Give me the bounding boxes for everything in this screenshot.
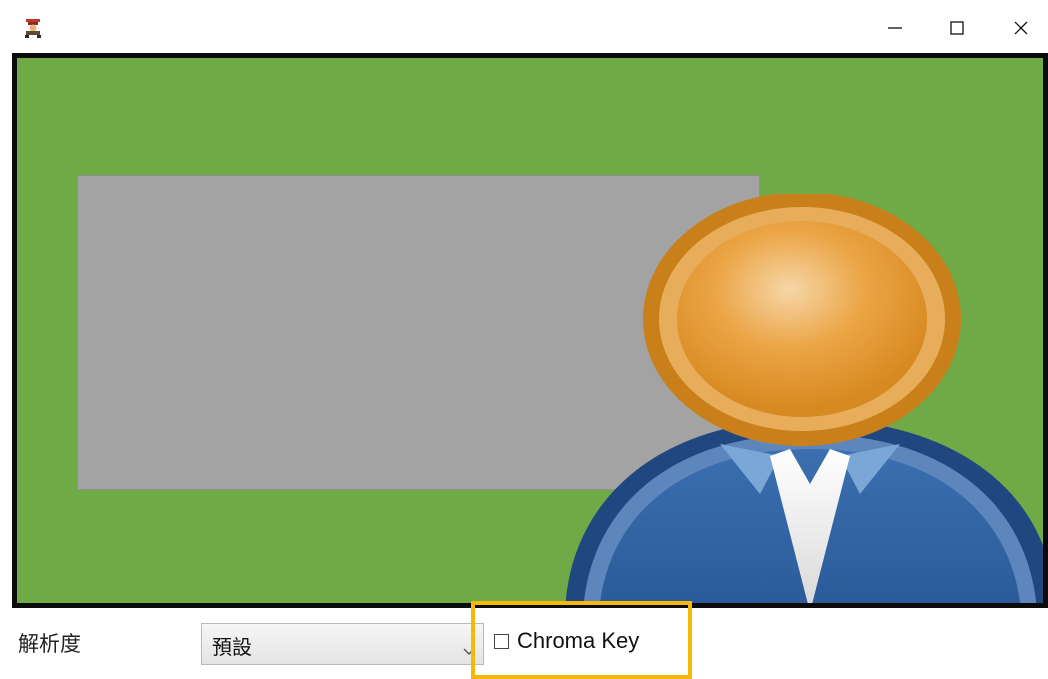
chroma-key-checkbox[interactable]: Chroma Key xyxy=(494,628,639,654)
resolution-label: 解析度 xyxy=(18,632,81,656)
resolution-dropdown[interactable]: 預設 xyxy=(201,623,484,665)
maximize-button[interactable] xyxy=(934,8,980,48)
title-bar[interactable] xyxy=(0,0,1048,52)
close-button[interactable] xyxy=(998,8,1044,48)
minimize-button[interactable] xyxy=(872,8,918,48)
bottom-controls: 解析度 預設 Chroma Key xyxy=(0,601,1048,679)
video-preview[interactable] xyxy=(12,53,1048,608)
resolution-value: 預設 xyxy=(212,635,252,659)
app-window: 解析度 預設 Chroma Key xyxy=(0,0,1048,679)
checkbox-icon[interactable] xyxy=(494,633,509,649)
user-avatar-icon xyxy=(565,194,1043,603)
minimize-icon xyxy=(888,27,902,29)
chroma-key-label: Chroma Key xyxy=(517,628,640,653)
maximize-icon xyxy=(950,21,964,35)
close-icon xyxy=(1014,21,1028,35)
app-icon xyxy=(22,18,44,40)
